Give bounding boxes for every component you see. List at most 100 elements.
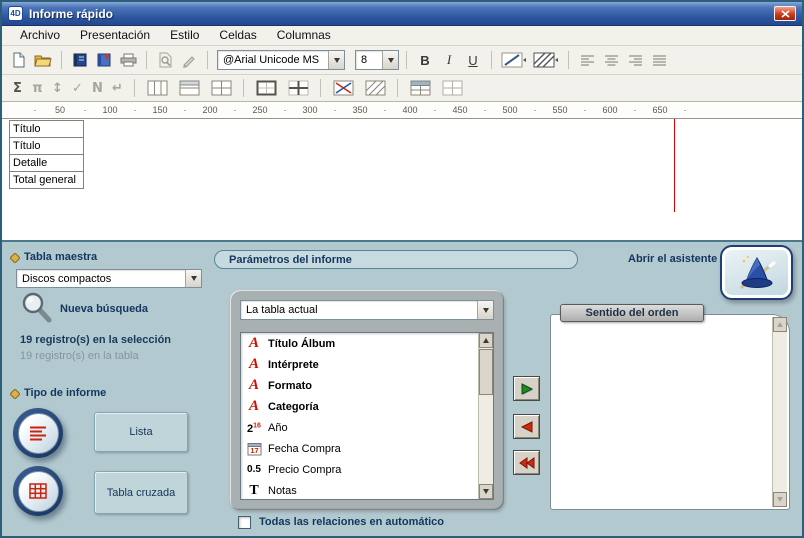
border-inner-button[interactable] (283, 78, 313, 98)
cross-table-plate[interactable]: Tabla cruzada (94, 471, 188, 514)
field-item-ano[interactable]: 216 Año (241, 417, 478, 438)
list-report-plate[interactable]: Lista (94, 412, 188, 452)
font-size-select[interactable]: 8 (355, 50, 399, 70)
master-table-select[interactable]: Discos compactos (16, 269, 202, 288)
report-rows: TítuloTítuloDetalleTotal general (9, 120, 84, 189)
sort-list-scrollbar[interactable] (772, 317, 787, 507)
sort-order-list[interactable] (550, 314, 790, 510)
field-label: Año (268, 422, 288, 434)
book-dark-button[interactable] (69, 50, 91, 70)
book-light-button[interactable] (93, 50, 115, 70)
scroll-up-button[interactable] (479, 333, 493, 348)
field-item-titulo-album[interactable]: ATítulo Álbum (241, 333, 478, 354)
close-icon (781, 10, 790, 18)
return-icon[interactable]: ↵ (108, 79, 127, 97)
cell-grid-button[interactable] (206, 78, 236, 98)
add-field-button[interactable] (513, 376, 540, 401)
formula-icon[interactable]: π (28, 79, 47, 97)
printer-button[interactable] (117, 50, 139, 70)
ruler-dot: · (434, 105, 437, 115)
new-search-label: Nueva búsqueda (60, 303, 148, 315)
fill-pattern-button[interactable] (531, 50, 561, 70)
cross-table-button[interactable] (13, 466, 63, 516)
grid-pattern-button[interactable] (360, 78, 390, 98)
remove-all-fields-button[interactable] (513, 450, 540, 475)
border-picker-button[interactable] (499, 50, 529, 70)
book-dark-icon (72, 53, 88, 67)
check-icon[interactable]: ✓ (68, 79, 87, 97)
report-parameters-panel: Tabla maestra Discos compactos Nueva bús… (2, 240, 802, 536)
report-row-detalle[interactable]: Detalle (9, 154, 84, 172)
print-preview-button[interactable] (154, 50, 176, 70)
menu-item-columnas[interactable]: Columnas (267, 26, 341, 45)
scroll-thumb[interactable] (479, 349, 493, 395)
open-folder-icon (34, 53, 52, 67)
grid-rows-icon (179, 80, 200, 96)
auto-relations-checkbox[interactable] (238, 516, 251, 529)
bold-button[interactable]: B (414, 50, 436, 70)
field-item-categoria[interactable]: ACategoría (241, 396, 478, 417)
4d-app-icon: 4D (8, 6, 23, 21)
new-document-button[interactable] (8, 50, 30, 70)
field-list-items: ATítulo ÁlbumAIntérpreteAFormatoACategor… (241, 333, 478, 499)
titlebar[interactable]: 4D Informe rápido (2, 2, 802, 26)
align-left-button[interactable] (576, 50, 598, 70)
ruler-tick-250: 250 (252, 105, 267, 115)
cell-split-rows-button[interactable] (174, 78, 204, 98)
italic-button[interactable]: I (438, 50, 460, 70)
table-select[interactable]: La tabla actual (240, 300, 494, 320)
master-table-value: Discos compactos (17, 270, 185, 287)
field-item-precio-compra[interactable]: 0.5Precio Compra (241, 459, 478, 480)
field-list-scrollbar[interactable] (478, 333, 493, 499)
scroll-down-button[interactable] (479, 484, 493, 499)
field-item-interprete[interactable]: AIntérprete (241, 354, 478, 375)
underline-button[interactable]: U (462, 50, 484, 70)
field-label: Formato (268, 380, 312, 392)
align-center-button[interactable] (600, 50, 622, 70)
field-item-notas[interactable]: TNotas (241, 480, 478, 499)
font-family-select[interactable]: @Arial Unicode MS (217, 50, 345, 70)
grid-color-button[interactable] (328, 78, 358, 98)
list-report-button[interactable] (13, 408, 63, 458)
close-button[interactable] (774, 6, 796, 21)
stat-icons: Σπ↕✓N↵ (8, 79, 127, 97)
ruler-dot: · (134, 105, 137, 115)
sort-order-header: Sentido del orden (560, 304, 704, 322)
scroll-up-button[interactable] (773, 317, 787, 332)
ruler-dot: · (684, 105, 687, 115)
column-boundary-line[interactable] (674, 119, 675, 212)
open-button[interactable] (32, 50, 54, 70)
cell-split-columns-button[interactable] (142, 78, 172, 98)
open-wizard-button[interactable] (720, 245, 793, 300)
menu-item-celdas[interactable]: Celdas (209, 26, 266, 45)
ruler-tick-150: 150 (152, 105, 167, 115)
report-design-area[interactable]: TítuloTítuloDetalleTotal general (2, 119, 802, 240)
menu-item-presentacion[interactable]: Presentación (70, 26, 160, 45)
new-search-button[interactable] (18, 292, 54, 327)
sum-icon[interactable]: Σ (8, 79, 27, 97)
menu-item-estilo[interactable]: Estilo (160, 26, 209, 45)
table-style-button[interactable] (405, 78, 435, 98)
remove-field-button[interactable] (513, 414, 540, 439)
field-list[interactable]: ATítulo ÁlbumAIntérpreteAFormatoACategor… (240, 332, 494, 500)
report-row-titulo[interactable]: Título (9, 137, 84, 155)
wizard-hat-icon (734, 253, 780, 293)
align-right-icon (628, 54, 643, 67)
report-row-titulo[interactable]: Título (9, 120, 84, 138)
toolbar-separator (568, 51, 569, 69)
integer-type-icon: 216 (245, 420, 263, 435)
field-item-formato[interactable]: AFormato (241, 375, 478, 396)
menu-item-archivo[interactable]: Archivo (10, 26, 70, 45)
border-outline-button[interactable] (251, 78, 281, 98)
report-row-total-general[interactable]: Total general (9, 171, 84, 189)
ruler-dot: · (84, 105, 87, 115)
field-item-fecha-compra[interactable]: 17Fecha Compra (241, 438, 478, 459)
count-icon[interactable]: N (88, 79, 107, 97)
sort-icon[interactable]: ↕ (48, 79, 67, 97)
align-right-button[interactable] (624, 50, 646, 70)
table-clear-button[interactable] (437, 78, 467, 98)
scroll-down-button[interactable] (773, 492, 787, 507)
text-type-icon: T (245, 484, 263, 498)
align-justify-button[interactable] (648, 50, 670, 70)
edit-pencil-button[interactable] (178, 50, 200, 70)
